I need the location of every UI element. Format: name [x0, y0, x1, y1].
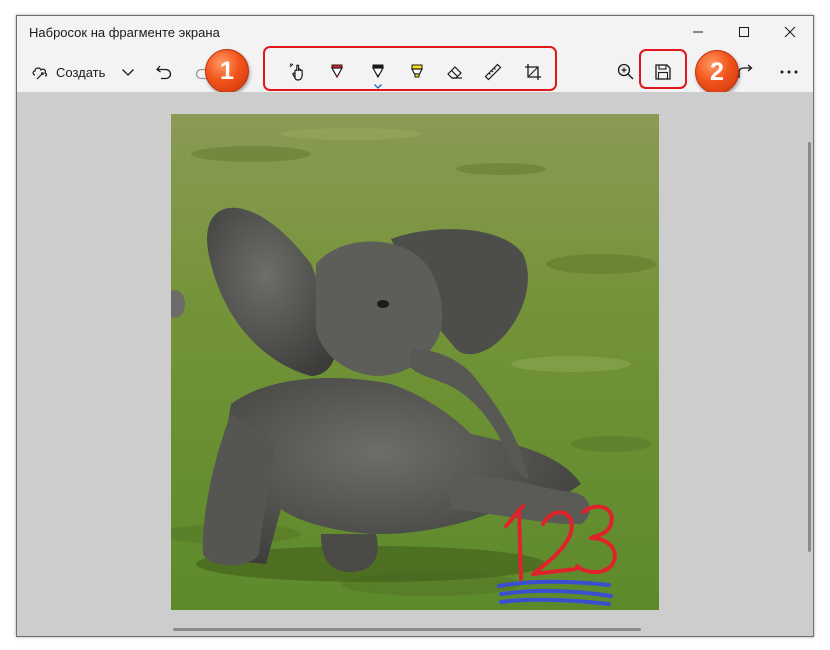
- close-button[interactable]: [767, 16, 813, 52]
- snip-image[interactable]: [171, 114, 659, 610]
- save-highlight-frame: [639, 49, 687, 89]
- elephant-photo: [171, 114, 659, 610]
- undo-button[interactable]: [148, 57, 180, 87]
- more-options-icon: [779, 69, 799, 75]
- chevron-down-icon: [121, 67, 135, 77]
- create-dropdown-button[interactable]: [115, 57, 141, 87]
- vertical-scrollbar[interactable]: [808, 142, 811, 552]
- create-label: Создать: [56, 64, 106, 80]
- more-options-button[interactable]: [773, 57, 805, 87]
- zoom-in-button[interactable]: [610, 57, 642, 87]
- zoom-in-icon: [616, 62, 636, 82]
- pen-tools-highlight-frame: [263, 46, 557, 91]
- horizontal-scrollbar[interactable]: [173, 628, 641, 631]
- maximize-icon: [738, 25, 750, 43]
- undo-icon: [155, 63, 173, 81]
- minimize-button[interactable]: [675, 16, 721, 52]
- callout-badge-1: 1: [205, 49, 249, 93]
- minimize-icon: [692, 25, 704, 43]
- maximize-button[interactable]: [721, 16, 767, 52]
- share-icon: [736, 62, 756, 82]
- close-icon: [784, 25, 796, 43]
- snip-sketch-window: Набросок на фрагменте экрана Создать 1 2: [16, 15, 814, 637]
- create-button[interactable]: Создать: [27, 57, 121, 87]
- canvas-area[interactable]: [17, 92, 813, 636]
- new-snip-icon: [31, 63, 49, 81]
- window-title: Набросок на фрагменте экрана: [29, 25, 220, 40]
- callout-badge-2: 2: [695, 50, 739, 94]
